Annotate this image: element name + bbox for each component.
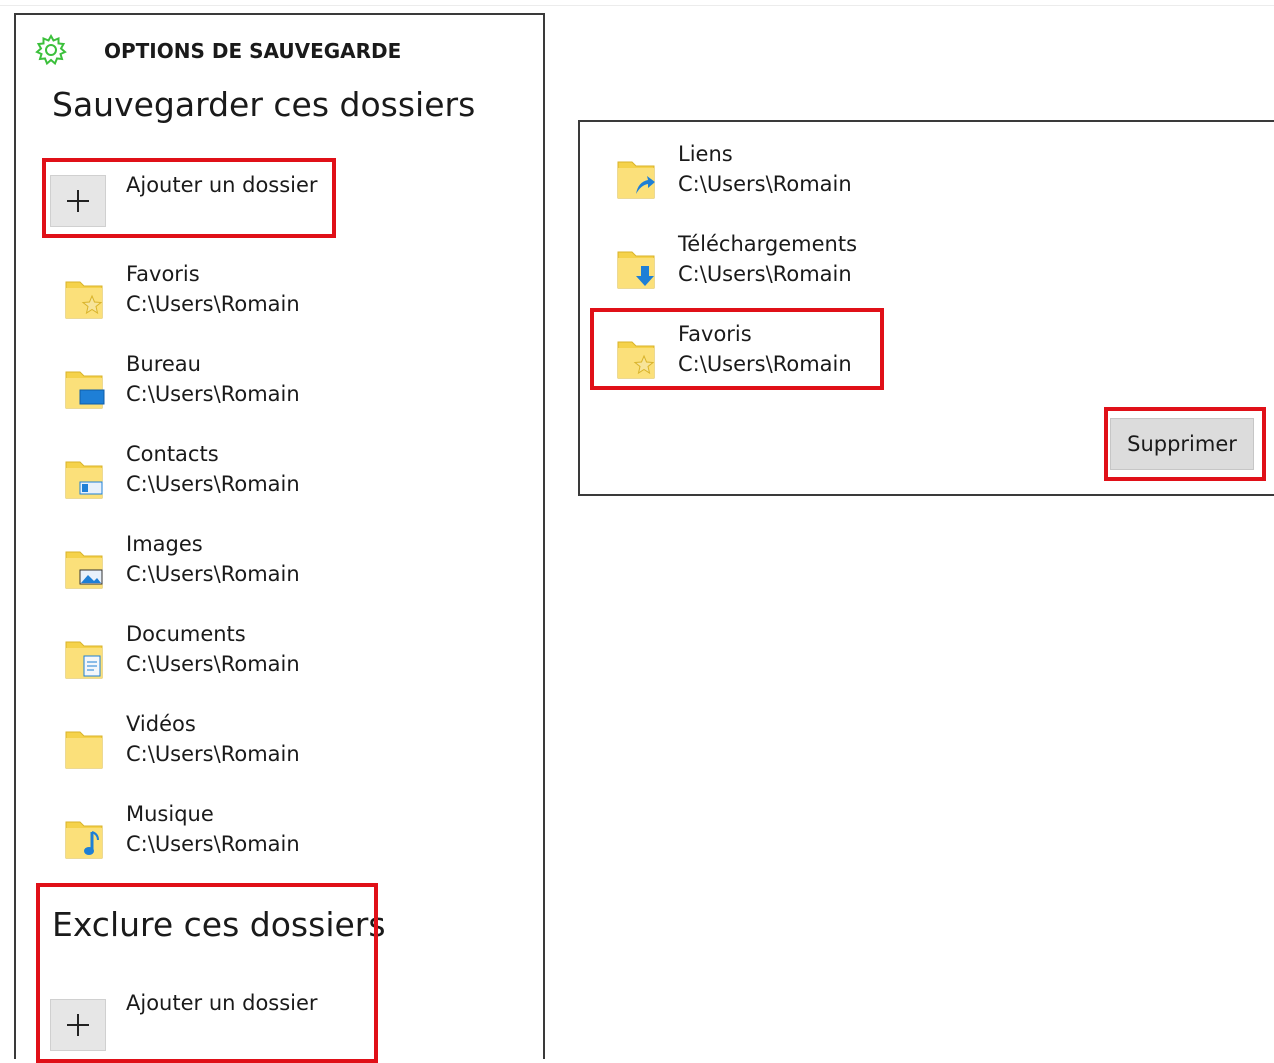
documents-folder-icon: [62, 634, 106, 682]
videos-folder-icon: [62, 724, 106, 772]
backup-folder-item[interactable]: Vidéos C:\Users\Romain: [16, 712, 516, 784]
gear-icon: [35, 33, 67, 66]
folder-path: C:\Users\Romain: [126, 472, 300, 496]
backup-folder-item[interactable]: Favoris C:\Users\Romain: [16, 262, 516, 334]
panel-header: [34, 33, 68, 67]
folder-name: Documents: [126, 622, 246, 646]
top-divider: [0, 5, 1274, 6]
selection-folder-item[interactable]: Liens C:\Users\Romain: [580, 142, 1080, 214]
folder-selection-panel: Liens C:\Users\Romain Téléchargements C:\Us…: [578, 120, 1274, 496]
folder-path: C:\Users\Romain: [126, 742, 300, 766]
highlight-exclude-section: [36, 883, 378, 1063]
backup-folder-item[interactable]: Musique C:\Users\Romain: [16, 802, 516, 874]
selection-folder-item[interactable]: Téléchargements C:\Users\Romain: [580, 232, 1080, 304]
favorites-folder-icon: [62, 274, 106, 322]
backup-folder-item[interactable]: Documents C:\Users\Romain: [16, 622, 516, 694]
folder-name: Favoris: [126, 262, 200, 286]
folder-name: Vidéos: [126, 712, 196, 736]
desktop-folder-icon: [62, 364, 106, 412]
folder-path: C:\Users\Romain: [126, 292, 300, 316]
folder-path: C:\Users\Romain: [126, 832, 300, 856]
folder-name: Musique: [126, 802, 214, 826]
backup-folder-item[interactable]: Contacts C:\Users\Romain: [16, 442, 516, 514]
folder-path: C:\Users\Romain: [678, 172, 852, 196]
backup-folder-item[interactable]: Bureau C:\Users\Romain: [16, 352, 516, 424]
folder-path: C:\Users\Romain: [126, 652, 300, 676]
backup-section-title: Sauvegarder ces dossiers: [52, 85, 476, 124]
folder-name: Téléchargements: [678, 232, 858, 256]
folder-name: Liens: [678, 142, 733, 166]
highlight-remove-button: [1104, 407, 1266, 481]
highlight-add-folder: [42, 158, 336, 238]
backup-options-panel: OPTIONS DE SAUVEGARDE Sauvegarder ces do…: [14, 13, 545, 1063]
music-folder-icon: [62, 814, 106, 862]
pictures-folder-icon: [62, 544, 106, 592]
contacts-folder-icon: [62, 454, 106, 502]
highlight-selected-favoris: [590, 308, 884, 390]
folder-name: Contacts: [126, 442, 219, 466]
folder-path: C:\Users\Romain: [126, 382, 300, 406]
folder-path: C:\Users\Romain: [126, 562, 300, 586]
backup-folder-item[interactable]: Images C:\Users\Romain: [16, 532, 516, 604]
links-folder-icon: [614, 154, 658, 202]
downloads-folder-icon: [614, 244, 658, 292]
folder-path: C:\Users\Romain: [678, 262, 852, 286]
folder-name: Images: [126, 532, 203, 556]
folder-name: Bureau: [126, 352, 201, 376]
panel-title: OPTIONS DE SAUVEGARDE: [104, 39, 402, 63]
